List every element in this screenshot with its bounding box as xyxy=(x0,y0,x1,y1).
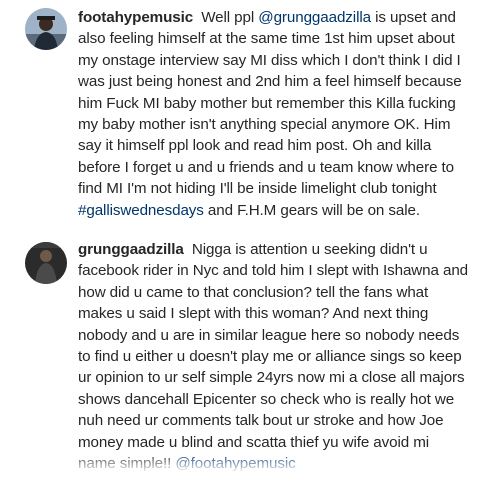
comment-text: footahypemusic Well ppl @grunggaadzilla … xyxy=(78,7,470,221)
avatar[interactable] xyxy=(25,242,67,284)
comment-body-text: and F.H.M gears will be on sale. xyxy=(203,201,420,219)
hashtag-link[interactable]: #galliswednesdays xyxy=(78,202,204,219)
comment-body-text: Well ppl xyxy=(201,9,259,26)
mention-link[interactable]: @grunggaadzilla xyxy=(258,9,371,26)
mention-link[interactable]: @footahypemusic xyxy=(175,455,295,472)
comment-username[interactable]: footahypemusic xyxy=(78,9,193,26)
comment-username[interactable]: grunggaadzilla xyxy=(78,241,184,258)
avatar[interactable] xyxy=(25,8,67,50)
profile-photo-icon xyxy=(25,8,67,50)
comment-text: grunggaadzilla Nigga is attention u seek… xyxy=(78,239,470,474)
comment-body-text: is upset and also feeling himself at the… xyxy=(78,9,462,198)
profile-photo-icon xyxy=(25,242,67,284)
comment-body-text: Nigga is attention u seeking didn't u fa… xyxy=(78,241,469,473)
